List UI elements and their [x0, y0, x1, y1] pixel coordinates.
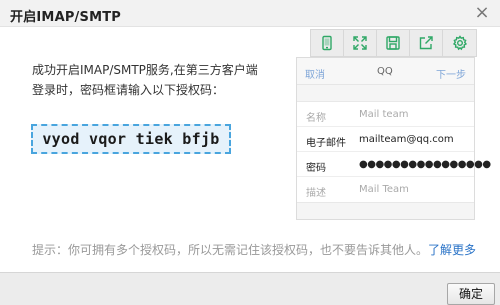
phone-navbar: 取消 QQ 下一步	[297, 58, 474, 85]
success-message: 成功开启IMAP/SMTP服务,在第三方客户端 登录时，密码框请输入以下授权码：	[32, 60, 282, 100]
expand-icon[interactable]	[344, 30, 377, 56]
account-form: 名称 Mail team 电子邮件 mailteam@qq.com 密码 ●●●…	[297, 101, 491, 203]
row-value: ●●●●●●●●●●●●●●●●	[359, 159, 491, 170]
preview-toolbar	[310, 29, 477, 57]
phone-icon[interactable]	[311, 30, 344, 56]
row-label: 密码	[306, 163, 326, 174]
message-line-2: 登录时，密码框请输入以下授权码：	[32, 83, 225, 97]
export-icon[interactable]	[410, 30, 443, 56]
nav-title: QQ	[377, 66, 393, 77]
form-row-password: 密码 ●●●●●●●●●●●●●●●●	[297, 152, 491, 177]
close-icon[interactable]: ×	[472, 3, 492, 23]
auth-code[interactable]: vyod vqor tiek bfjb	[31, 124, 231, 154]
row-label: 电子邮件	[306, 138, 346, 149]
form-row-description: 描述 Mail Team	[297, 177, 474, 202]
row-value: Mail Team	[359, 184, 409, 195]
save-icon[interactable]	[377, 30, 410, 56]
tip-text: 提示：你可拥有多个授权码，所以无需记住该授权码，也不要告诉其他人。了解更多	[32, 241, 476, 258]
dialog: 开启IMAP/SMTP × 成功开启IMAP/SMTP服务,在第三方客户端 登录…	[0, 0, 500, 305]
phone-preview: 取消 QQ 下一步 名称 Mail team 电子邮件 mailteam@qq.…	[296, 57, 491, 220]
settings-icon[interactable]	[443, 30, 476, 56]
row-value: mailteam@qq.com	[359, 134, 454, 145]
form-row-name: 名称 Mail team	[297, 102, 474, 127]
tip-message: 提示：你可拥有多个授权码，所以无需记住该授权码，也不要告诉其他人。	[32, 243, 429, 257]
row-value: Mail team	[359, 109, 409, 120]
confirm-button[interactable]: 确定	[447, 283, 495, 305]
dialog-titlebar: 开启IMAP/SMTP ×	[0, 0, 500, 27]
row-label: 描述	[306, 188, 326, 199]
dialog-title: 开启IMAP/SMTP	[10, 10, 122, 25]
nav-cancel: 取消	[305, 70, 325, 81]
nav-next: 下一步	[436, 70, 466, 81]
dialog-footer: 确定	[0, 272, 500, 305]
form-row-email: 电子邮件 mailteam@qq.com	[297, 127, 474, 152]
learn-more-link[interactable]: 了解更多	[428, 243, 476, 257]
row-label: 名称	[306, 113, 326, 124]
message-line-1: 成功开启IMAP/SMTP服务,在第三方客户端	[32, 63, 258, 77]
